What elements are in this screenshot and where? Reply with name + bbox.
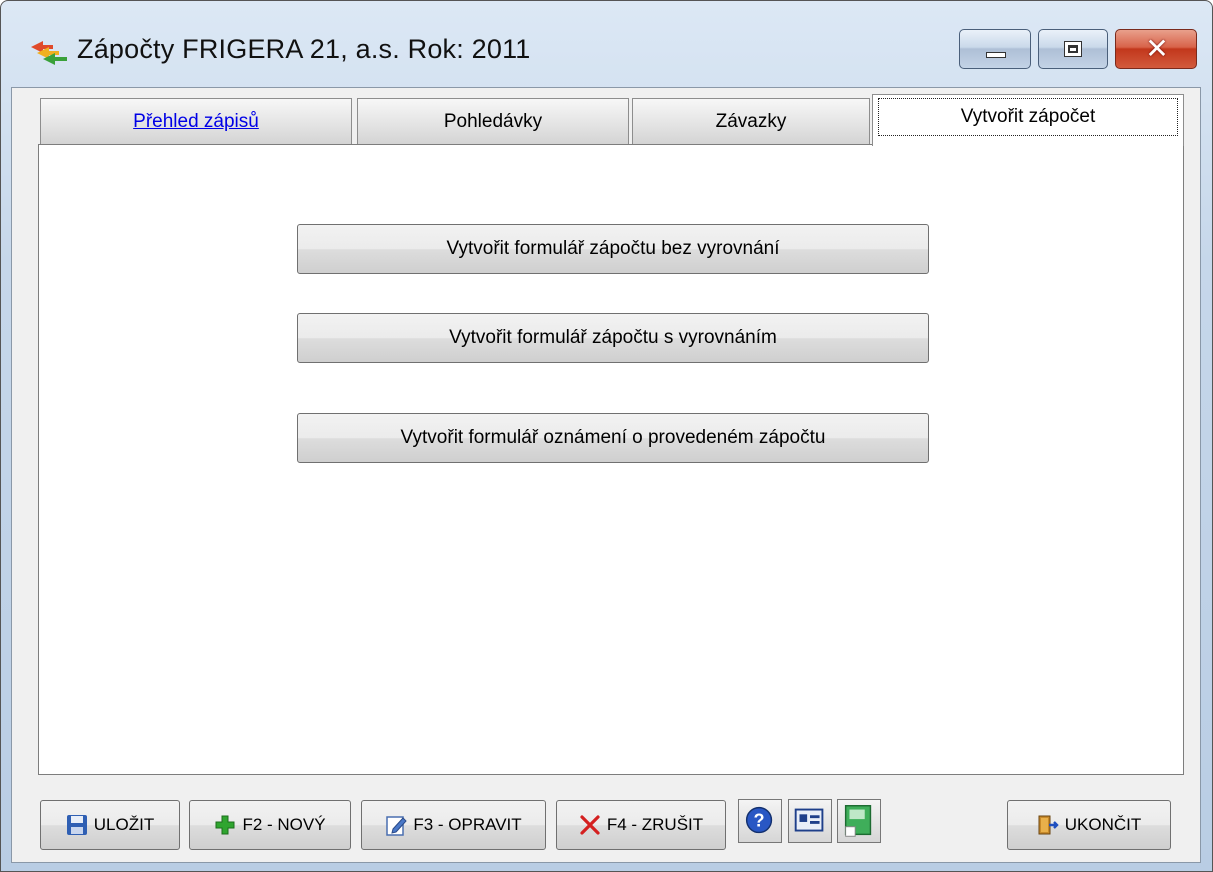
close-button[interactable]: ✕: [1115, 29, 1197, 69]
green-document-icon: [844, 805, 872, 837]
close-icon: ✕: [1145, 32, 1169, 65]
tab-label: Přehled zápisů: [133, 111, 259, 132]
save-button[interactable]: ULOŽIT: [40, 800, 180, 850]
tab-prehled-zapisu[interactable]: Přehled zápisů: [40, 98, 352, 144]
minimize-icon: [986, 52, 1006, 58]
card-button[interactable]: [788, 799, 832, 843]
plus-icon: [215, 815, 235, 835]
tab-label: Závazky: [715, 111, 787, 132]
exit-label: UKONČIT: [1064, 815, 1142, 834]
edit-button[interactable]: F3 - OPRAVIT: [361, 800, 546, 850]
svg-text:?: ?: [754, 811, 765, 831]
create-form-without-settlement-button[interactable]: Vytvořit formulář zápočtu bez vyrovnání: [297, 224, 929, 274]
edit-label: F3 - OPRAVIT: [413, 815, 522, 834]
help-question-icon: ?: [745, 806, 773, 834]
new-button[interactable]: F2 - NOVÝ: [189, 800, 351, 850]
tab-label: Pohledávky: [443, 111, 543, 132]
tab-label: Vytvořit zápočet: [878, 98, 1178, 136]
minimize-button[interactable]: [959, 29, 1031, 69]
create-form-with-settlement-button[interactable]: Vytvořit formulář zápočtu s vyrovnáním: [297, 313, 929, 363]
new-label: F2 - NOVÝ: [242, 815, 326, 834]
main-window: Zápočty FRIGERA 21, a.s. Rok: 2011 ✕ Pře…: [0, 0, 1213, 872]
exit-button[interactable]: UKONČIT: [1007, 800, 1171, 850]
tab-vytvorit-zapocet[interactable]: Vytvořit zápočet: [872, 94, 1184, 146]
window-title: Zápočty FRIGERA 21, a.s. Rok: 2011: [77, 34, 531, 64]
cancel-label: F4 - ZRUŠIT: [606, 815, 704, 834]
export-button[interactable]: [837, 799, 881, 843]
tab-zavazky[interactable]: Závazky: [632, 98, 870, 144]
maximize-button[interactable]: [1038, 29, 1108, 69]
create-notice-form-button[interactable]: Vytvořit formulář oznámení o provedeném …: [297, 413, 929, 463]
restore-icon: [1064, 41, 1082, 57]
red-x-icon: [580, 815, 600, 835]
door-exit-icon: [1038, 815, 1059, 835]
app-arrows-icon: [31, 41, 67, 65]
cancel-button[interactable]: F4 - ZRUŠIT: [556, 800, 726, 850]
pencil-note-icon: [386, 816, 408, 836]
tab-pohledavky[interactable]: Pohledávky: [357, 98, 629, 144]
floppy-disk-icon: [66, 815, 87, 835]
title-bar[interactable]: Zápočty FRIGERA 21, a.s. Rok: 2011 ✕: [1, 1, 1212, 93]
client-area: Přehled zápisů Pohledávky Závazky Vytvoř…: [11, 87, 1201, 863]
id-card-icon: [794, 808, 824, 832]
save-label: ULOŽIT: [93, 815, 155, 834]
help-button[interactable]: ?: [738, 799, 782, 843]
tab-panel: Vytvořit formulář zápočtu bez vyrovnání …: [38, 144, 1184, 775]
